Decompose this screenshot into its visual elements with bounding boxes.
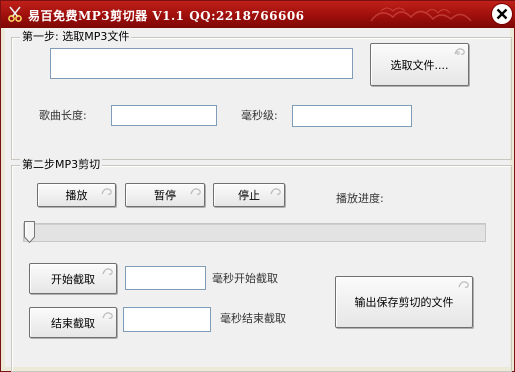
end-ms-label: 毫秒结束截取 <box>220 312 286 325</box>
ms-field[interactable] <box>292 105 412 127</box>
select-file-label: 选取文件.... <box>390 58 449 72</box>
swirl-icon <box>102 312 113 319</box>
song-length-field[interactable] <box>111 105 217 126</box>
start-cut-button[interactable]: 开始截取 <box>29 263 117 294</box>
app-window: 易百免费MP3剪切器 V1.1 QQ:2218766606 第一步: 选取MP3… <box>0 0 515 372</box>
pause-label: 暂停 <box>154 189 176 202</box>
progress-slider-track[interactable] <box>23 223 486 242</box>
file-path-input[interactable] <box>50 48 353 79</box>
cloud-pattern-decoration <box>370 7 472 22</box>
swirl-icon <box>458 281 469 288</box>
step1-legend: 第一步: 选取MP3文件 <box>20 30 132 44</box>
select-file-button[interactable]: 选取文件.... <box>370 43 469 86</box>
swirl-icon <box>270 188 281 195</box>
step1-group: 第一步: 选取MP3文件 选取文件.... 歌曲长度: 毫秒级: <box>11 30 512 160</box>
end-ms-input[interactable] <box>123 307 211 332</box>
play-button[interactable]: 播放 <box>37 183 116 207</box>
ms-label: 毫秒级: <box>241 109 278 122</box>
play-label: 播放 <box>65 189 88 202</box>
save-output-label: 输出保存剪切的文件 <box>354 296 454 309</box>
stop-button[interactable]: 停止 <box>213 183 285 207</box>
step2-legend: 第二步MP3剪切 <box>20 158 103 172</box>
end-cut-button[interactable]: 结束截取 <box>29 307 117 338</box>
close-button[interactable] <box>492 4 512 24</box>
scissors-icon <box>8 6 22 22</box>
start-ms-label: 毫秒开始截取 <box>212 272 278 285</box>
swirl-icon <box>454 48 465 55</box>
song-length-label: 歌曲长度: <box>39 109 87 122</box>
window-title: 易百免费MP3剪切器 V1.1 QQ:2218766606 <box>28 9 305 23</box>
pause-button[interactable]: 暂停 <box>125 183 205 207</box>
start-ms-input[interactable] <box>125 266 206 290</box>
swirl-icon <box>190 188 201 195</box>
step2-group: 第二步MP3剪切 播放 暂停 停止 播放进度: 开始截取 毫秒开始截取 结束截取… <box>11 158 512 372</box>
swirl-icon <box>102 268 113 275</box>
end-cut-label: 结束截取 <box>51 316 95 330</box>
progress-label: 播放进度: <box>336 192 384 205</box>
save-output-button[interactable]: 输出保存剪切的文件 <box>335 276 473 328</box>
slider-thumb-icon[interactable] <box>24 221 35 243</box>
client-area: 第一步: 选取MP3文件 选取文件.... 歌曲长度: 毫秒级: 第二步MP3剪… <box>5 28 512 372</box>
start-cut-label: 开始截取 <box>51 272 95 286</box>
close-icon <box>496 8 508 20</box>
title-bar[interactable]: 易百免费MP3剪切器 V1.1 QQ:2218766606 <box>1 1 515 28</box>
stop-label: 停止 <box>238 189 260 202</box>
swirl-icon <box>101 188 112 195</box>
